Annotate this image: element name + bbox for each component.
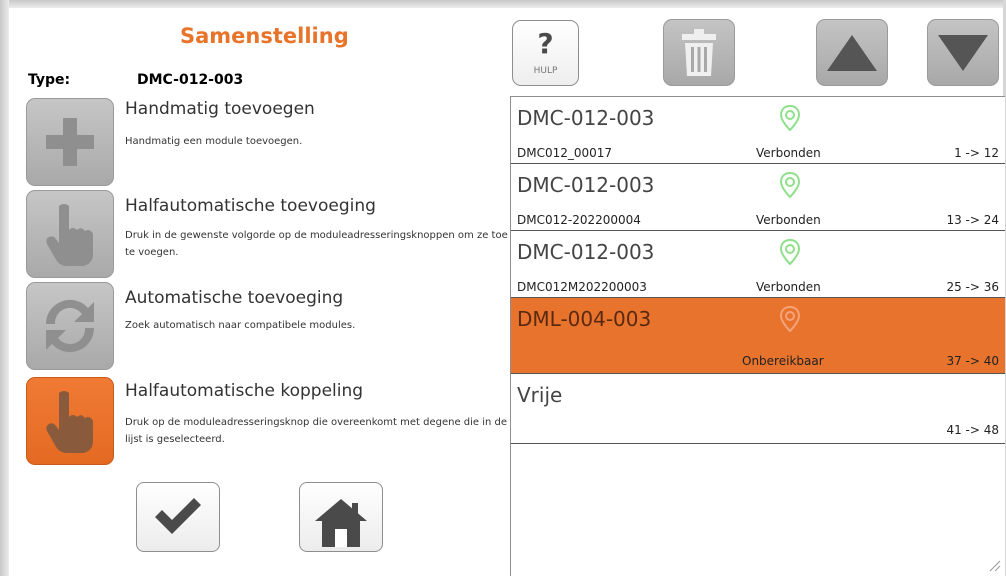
module-name: DML-004-003	[517, 307, 652, 331]
type-label: Type:	[28, 72, 71, 88]
confirm-button[interactable]	[136, 482, 220, 552]
list-item[interactable]: Vrije 41 -> 48	[511, 374, 1005, 444]
question-mark-icon: ?	[537, 27, 554, 60]
address-range: 13 -> 24	[946, 213, 999, 227]
list-item[interactable]: DMC-012-003 DMC012-202200004 Verbonden 1…	[511, 164, 1005, 231]
window-frame-left	[0, 0, 9, 576]
list-item[interactable]: DMC-012-003 DMC012M202200003 Verbonden 2…	[511, 231, 1005, 298]
module-status: Verbonden	[756, 213, 821, 227]
address-range: 41 -> 48	[946, 423, 999, 437]
location-pin-icon	[779, 239, 801, 265]
pointing-hand-icon	[46, 204, 93, 266]
location-pin-icon	[779, 105, 801, 131]
address-range: 1 -> 12	[954, 146, 999, 160]
move-down-button[interactable]	[927, 19, 999, 86]
address-range: 25 -> 36	[946, 280, 999, 294]
help-label: HULP	[533, 66, 558, 76]
semi-auto-link-button[interactable]	[26, 377, 114, 465]
module-name: Vrije	[517, 383, 563, 407]
list-item-selected[interactable]: DML-004-003 Onbereikbaar 37 -> 40	[511, 298, 1005, 374]
auto-add-button[interactable]	[26, 282, 114, 370]
help-button[interactable]: ? HULP	[512, 20, 579, 86]
module-name: DMC-012-003	[517, 106, 655, 130]
pointing-hand-icon	[46, 391, 93, 453]
type-value: DMC-012-003	[137, 72, 244, 88]
checkmark-icon	[155, 498, 201, 534]
resize-grip-icon[interactable]	[987, 558, 1001, 572]
arrow-up-icon	[827, 34, 877, 71]
location-pin-icon	[779, 306, 801, 332]
module-status: Onbereikbaar	[742, 354, 824, 368]
mode-description: Druk op de moduleadresseringsknop die ov…	[125, 417, 508, 445]
mode-title: Handmatig toevoegen	[125, 99, 315, 119]
module-name: DMC-012-003	[517, 240, 655, 264]
home-button[interactable]	[299, 482, 383, 552]
page-title: Samenstelling	[180, 24, 349, 48]
move-up-button[interactable]	[816, 19, 888, 86]
module-name: DMC-012-003	[517, 173, 655, 197]
module-status: Verbonden	[756, 146, 821, 160]
home-icon	[315, 499, 367, 547]
trash-icon	[682, 28, 716, 76]
refresh-icon	[45, 299, 95, 353]
arrow-down-icon	[938, 34, 988, 71]
address-range: 37 -> 40	[946, 354, 999, 368]
mode-title: Halfautomatische toevoeging	[125, 196, 376, 216]
location-pin-icon	[779, 172, 801, 198]
mode-title: Automatische toevoeging	[125, 288, 344, 308]
window-frame-top	[0, 0, 1006, 8]
mode-description: Zoek automatisch naar compatibele module…	[125, 320, 356, 331]
list-item[interactable]: DMC-012-003 DMC012_00017 Verbonden 1 -> …	[511, 97, 1005, 164]
semi-auto-add-button[interactable]	[26, 190, 114, 278]
module-list[interactable]: DMC-012-003 DMC012_00017 Verbonden 1 -> …	[510, 96, 1005, 576]
plus-icon	[46, 118, 94, 166]
delete-button[interactable]	[663, 19, 735, 86]
module-serial: DMC012_00017	[517, 146, 613, 160]
mode-title: Halfautomatische koppeling	[125, 381, 364, 401]
manual-add-button[interactable]	[26, 98, 114, 186]
module-serial: DMC012-202200004	[517, 213, 641, 227]
mode-description: Druk in de gewenste volgorde op de modul…	[125, 230, 508, 258]
module-status: Verbonden	[756, 280, 821, 294]
mode-description: Handmatig een module toevoegen.	[125, 136, 303, 147]
module-serial: DMC012M202200003	[517, 280, 647, 294]
